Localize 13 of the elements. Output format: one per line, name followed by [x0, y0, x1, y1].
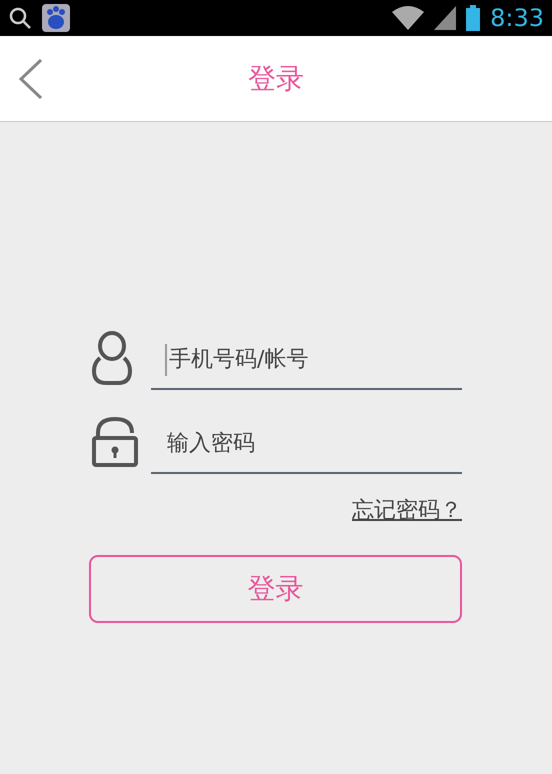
paw-icon: [42, 4, 70, 32]
back-icon: [18, 58, 44, 100]
battery-icon: [466, 5, 480, 31]
lock-icon: [92, 417, 138, 467]
clock-time: 8:33: [490, 6, 544, 30]
page-title: 登录: [248, 60, 304, 96]
signal-icon: [434, 6, 456, 30]
input-field[interactable]: 手机号码/帐号: [151, 330, 462, 390]
input-field[interactable]: 输入密码: [151, 414, 462, 474]
wifi-icon: [392, 6, 424, 30]
forgot-password-link[interactable]: 忘记密码？: [352, 494, 462, 527]
search-icon: [8, 6, 32, 30]
user-icon: [92, 331, 132, 385]
